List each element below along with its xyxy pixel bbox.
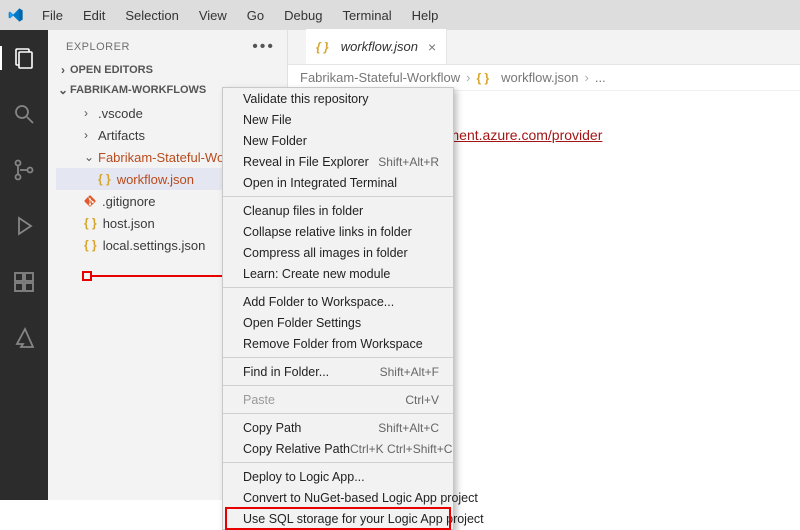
context-menu-item[interactable]: Collapse relative links in folder [223,221,453,242]
context-menu-item[interactable]: Use SQL storage for your Logic App proje… [223,508,453,529]
context-menu-item[interactable]: Cleanup files in folder [223,200,453,221]
context-menu-item: PasteCtrl+V [223,389,453,410]
json-icon: { } [316,40,329,54]
context-menu-item[interactable]: New Folder [223,130,453,151]
context-menu-item[interactable]: Reveal in File ExplorerShift+Alt+R [223,151,453,172]
activity-bar [0,30,48,500]
menu-separator [223,196,453,197]
context-menu-item[interactable]: Remove Folder from Workspace [223,333,453,354]
menu-separator [223,357,453,358]
json-icon: { } [84,238,97,252]
menu-separator [223,287,453,288]
context-menu-item[interactable]: Add Folder to Workspace... [223,291,453,312]
menu-separator [223,462,453,463]
source-control-icon[interactable] [0,150,48,190]
menu-separator [223,413,453,414]
menu-file[interactable]: File [34,4,71,27]
menu-separator [223,385,453,386]
menu-edit[interactable]: Edit [75,4,113,27]
json-icon: { } [84,216,97,230]
editor-tabbar: { } workflow.json × [288,30,800,65]
context-menu-item[interactable]: Convert to NuGet-based Logic App project [223,487,453,508]
context-menu-item[interactable]: Deploy to Logic App... [223,466,453,487]
extensions-icon[interactable] [0,262,48,302]
json-icon: { } [476,71,489,85]
more-actions-icon[interactable]: ••• [252,38,275,56]
context-menu-item[interactable]: Copy PathShift+Alt+C [223,417,453,438]
tab-workflow-json[interactable]: { } workflow.json × [306,29,447,64]
open-editors-section[interactable]: ›OPEN EDITORS [48,60,287,80]
menu-debug[interactable]: Debug [276,4,330,27]
context-menu-item[interactable]: Find in Folder...Shift+Alt+F [223,361,453,382]
json-icon: { } [98,172,111,186]
vscode-logo-icon [8,7,24,23]
context-menu-item[interactable]: Validate this repository [223,88,453,109]
menu-go[interactable]: Go [239,4,272,27]
menu-view[interactable]: View [191,4,235,27]
menu-terminal[interactable]: Terminal [334,4,399,27]
search-icon[interactable] [0,94,48,134]
context-menu-item[interactable]: Compress all images in folder [223,242,453,263]
titlebar: File Edit Selection View Go Debug Termin… [0,0,800,30]
menu-selection[interactable]: Selection [117,4,186,27]
close-icon[interactable]: × [428,39,436,55]
azure-icon[interactable] [0,318,48,358]
context-menu-item[interactable]: New File [223,109,453,130]
context-menu[interactable]: Validate this repositoryNew FileNew Fold… [222,87,454,530]
run-debug-icon[interactable] [0,206,48,246]
context-menu-item[interactable]: Open in Integrated Terminal [223,172,453,193]
context-menu-item[interactable]: Copy Relative PathCtrl+K Ctrl+Shift+C [223,438,453,459]
tab-label: workflow.json [341,39,418,54]
explorer-icon[interactable] [0,38,48,78]
context-menu-item[interactable]: Learn: Create new module [223,263,453,284]
explorer-title: EXPLORER [66,41,130,53]
git-icon [84,195,96,207]
menu-help[interactable]: Help [404,4,447,27]
context-menu-item[interactable]: Open Folder Settings [223,312,453,333]
